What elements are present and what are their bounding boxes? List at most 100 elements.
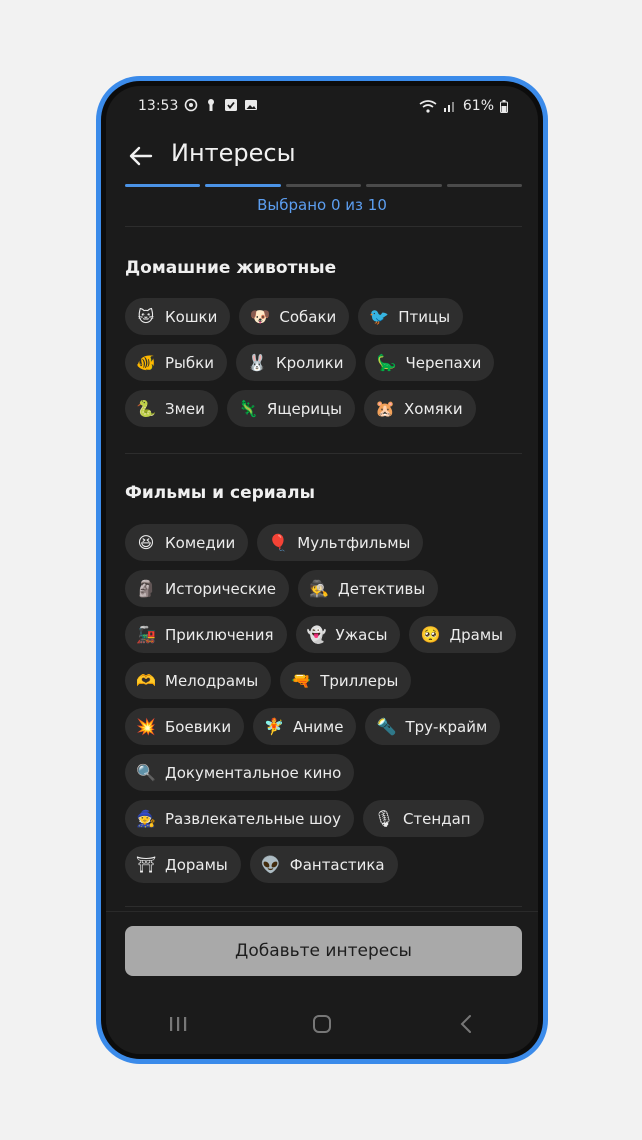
interest-chip[interactable]: 🐶 Собаки [239,298,350,335]
recents-button[interactable] [158,1009,198,1039]
chip-emoji-icon: 😆 [137,533,155,552]
signal-icon [443,102,454,112]
chip-emoji-icon: 🎙 [373,809,395,828]
interest-chip[interactable]: 🐱 Кошки [125,298,231,335]
chip-emoji-icon: 🥺 [420,625,441,644]
chip-label: Ужасы [335,625,388,644]
battery-percent: 61% [462,98,494,114]
chip-label: Детективы [338,579,426,598]
add-interests-button[interactable]: Добавьте интересы [125,926,522,976]
battery-icon [500,99,508,113]
wifi-icon [419,99,437,113]
chip-label: Птицы [398,307,451,326]
chip-emoji-icon: 🚂 [136,625,156,644]
chip-emoji-icon: 💥 [136,717,156,736]
interest-chip[interactable]: 🔦 Тру-крайм [365,708,501,745]
interest-chip[interactable]: 🧙 Развлекательные шоу [125,800,354,837]
section-title-pets: Домашние животные [125,258,337,278]
chip-emoji-icon: 🐹 [375,399,395,418]
chip-label: Кролики [275,353,344,372]
chip-label: Документальное кино [165,763,342,782]
chip-emoji-icon: 🐍 [136,399,156,418]
progress-segment [446,184,523,187]
progress-segment [205,184,281,187]
back-button[interactable] [126,141,156,171]
interest-chip[interactable]: 👻 Ужасы [295,616,401,653]
home-button[interactable] [302,1009,342,1039]
screen: 13:53 61% Интересы Выбрано 0 из 10 Домаш… [106,86,538,1054]
chip-emoji-icon: ⛩ [135,855,157,874]
chip-label: Тру-крайм [405,717,488,736]
interest-chip[interactable]: 🔍 Документальное кино [125,754,355,791]
status-bar: 13:53 61% [106,86,538,126]
chip-label: Комедии [165,533,236,552]
chip-label: Драмы [449,625,504,644]
status-right: 61% [419,98,508,114]
interest-chip[interactable]: 👽 Фантастика [249,846,398,883]
interest-chip[interactable]: 💥 Боевики [125,708,245,745]
chip-emoji-icon: 🐶 [250,307,271,326]
chip-label: Мелодрамы [165,671,259,690]
chip-label: Змеи [165,399,205,418]
recents-icon [170,1017,187,1031]
interest-chip[interactable]: 🎙 Стендап [362,800,484,837]
interest-chip[interactable]: 🦕 Черепахи [365,344,495,381]
chip-label: Рыбки [165,353,214,372]
progress-segment [285,184,362,187]
chip-emoji-icon: 🧙 [136,809,156,828]
interest-chip[interactable]: 🔫 Триллеры [280,662,412,699]
chip-label: Аниме [293,717,344,736]
interest-chip[interactable]: 🗿 Исторические [125,570,290,607]
interest-chip[interactable]: 🐦 Птицы [358,298,464,335]
page-title: Интересы [171,139,296,167]
status-left-icons [184,98,258,112]
chip-label: Ящерицы [266,399,343,418]
chip-emoji-icon: 🔦 [376,717,397,736]
chip-label: Триллеры [320,671,399,690]
interest-chip[interactable]: 😆 Комедии [125,524,249,561]
divider [125,453,522,454]
interest-chip[interactable]: 🦎 Ящерицы [226,390,356,427]
chip-emoji-icon: 🕵 [309,579,329,598]
interest-chip[interactable]: 🚂 Приключения [125,616,287,653]
home-icon [313,1015,331,1033]
interest-chip[interactable]: 🐠 Рыбки [125,344,227,381]
status-time: 13:53 [138,98,179,114]
interest-chip[interactable]: 🧚 Аниме [253,708,357,745]
progress-segment [125,184,201,187]
chip-emoji-icon: 🔍 [136,763,156,782]
chip-label: Собаки [279,307,337,326]
chip-label: Приключения [165,625,274,644]
chip-emoji-icon: 🐠 [136,353,156,372]
chip-label: Черепахи [405,353,482,372]
chip-emoji-icon: 👽 [260,855,281,874]
interest-chip[interactable]: 🐍 Змеи [125,390,218,427]
chip-emoji-icon: 🧚 [264,717,285,736]
chip-label: Дорамы [165,855,228,874]
chip-emoji-icon: 🦕 [376,353,397,372]
back-nav-button[interactable] [446,1009,486,1039]
chip-label: Кошки [165,307,218,326]
step-progress [125,184,523,187]
interest-chip[interactable]: 🐰 Кролики [235,344,357,381]
app-header: Интересы [106,131,538,181]
interest-chip[interactable]: 🎈 Мультфильмы [257,524,424,561]
phone-frame: 13:53 61% Интересы Выбрано 0 из 10 Домаш… [96,76,548,1064]
chip-emoji-icon: 🐰 [246,353,267,372]
interest-chip[interactable]: 🐹 Хомяки [364,390,476,427]
chip-emoji-icon: 🎈 [268,533,289,552]
interest-chip[interactable]: 🥺 Драмы [409,616,517,653]
chip-label: Стендап [402,809,471,828]
chip-emoji-icon: 👻 [306,625,327,644]
interest-chip[interactable]: 🕵 Детективы [298,570,439,607]
interest-chip[interactable]: ⛩ Дорамы [125,846,241,883]
chips-movies: 😆 Комедии 🎈 Мультфильмы 🗿 Исторические 🕵 Детект… [125,524,528,883]
interest-chip[interactable]: 🫶 Мелодрамы [125,662,272,699]
chip-label: Мультфильмы [297,533,411,552]
chip-emoji-icon: 🔫 [291,671,312,690]
divider [125,226,522,227]
checkbox-icon [225,99,237,111]
image-icon [245,100,257,110]
divider [125,906,522,907]
chip-emoji-icon: 🐦 [369,307,390,326]
